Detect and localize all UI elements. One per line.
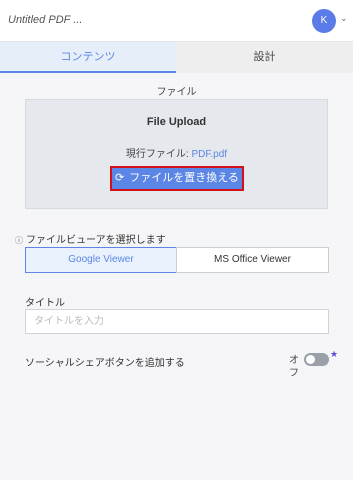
title-input[interactable] xyxy=(25,309,329,334)
current-file-label: 現行ファイル: xyxy=(125,149,189,160)
current-file-info: 現行ファイル: PDF.pdf xyxy=(26,145,327,160)
tab-content[interactable]: コンテンツ xyxy=(0,42,176,73)
social-share-label: ソーシャルシェアボタンを追加する xyxy=(25,358,185,369)
settings-panel: ファイル File Upload 現行ファイル: PDF.pdf ⟳ ファイルを置… xyxy=(0,73,353,480)
star-icon: ★ xyxy=(330,349,339,359)
file-upload-box: File Upload 現行ファイル: PDF.pdf ⟳ ファイルを置き換える xyxy=(25,99,328,209)
tab-bar: コンテンツ 設計 xyxy=(0,42,353,73)
replace-file-label: ファイルを置き換える xyxy=(129,172,239,184)
viewer-label: ファイルビューアを選択します xyxy=(26,235,166,246)
current-file-name[interactable]: PDF.pdf xyxy=(191,149,227,160)
toggle-state-text: オフ xyxy=(289,355,299,379)
replace-file-button[interactable]: ⟳ ファイルを置き換える xyxy=(110,166,244,191)
google-viewer-option[interactable]: Google Viewer xyxy=(25,247,177,273)
viewer-label-row: ⓘ ファイルビューアを選択します xyxy=(15,231,166,246)
chevron-down-icon[interactable]: ⌄ xyxy=(340,13,348,24)
file-section-label: ファイル xyxy=(156,87,197,98)
title-label: タイトル xyxy=(25,298,65,309)
viewer-selector: Google Viewer MS Office Viewer xyxy=(25,247,329,273)
social-share-toggle[interactable] xyxy=(304,353,329,366)
help-icon[interactable]: ⓘ xyxy=(15,236,23,245)
app-title[interactable]: Untitled PDF ... xyxy=(8,14,82,26)
top-bar: Untitled PDF ... K ⌄ xyxy=(0,0,353,42)
upload-title: File Upload xyxy=(146,116,207,128)
refresh-icon: ⟳ xyxy=(115,172,125,184)
ms-office-viewer-option[interactable]: MS Office Viewer xyxy=(176,247,329,273)
user-avatar[interactable]: K xyxy=(312,9,336,33)
tab-design[interactable]: 設計 xyxy=(176,42,353,73)
toggle-knob xyxy=(306,355,315,364)
